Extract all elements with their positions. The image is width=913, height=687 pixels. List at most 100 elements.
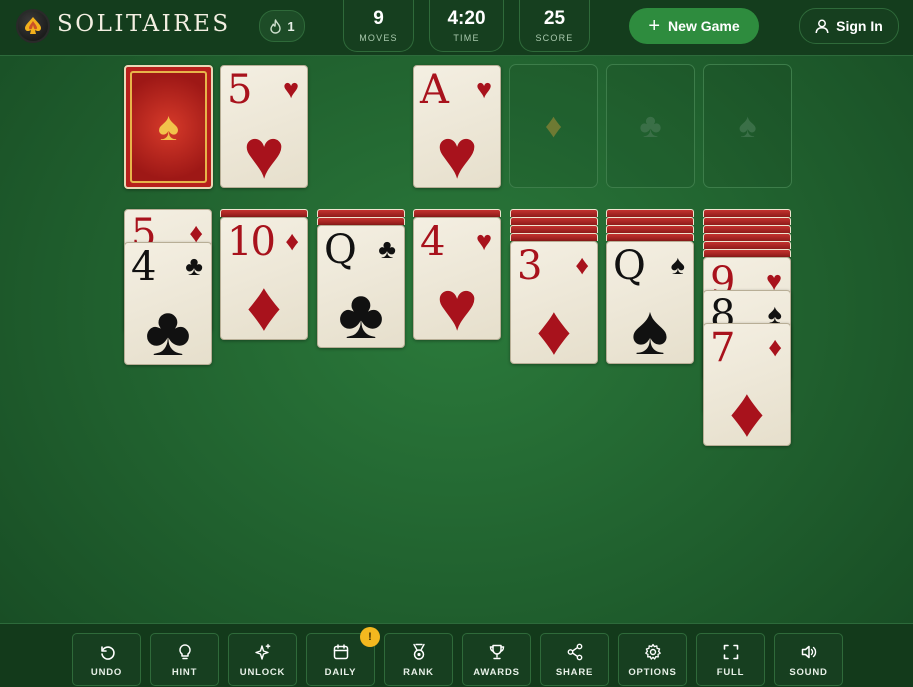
new-game-label: New Game bbox=[668, 18, 740, 34]
time-label: TIME bbox=[453, 33, 480, 43]
bottom-toolbar: UNDO HINT UNLOCK DAILY RANK AWARDS SHARE… bbox=[0, 623, 913, 687]
trophy-icon bbox=[489, 644, 504, 660]
lightbulb-icon bbox=[178, 644, 191, 660]
card-suit-small: ♠ bbox=[670, 250, 685, 280]
top-bar: SOLITAIRES 1 9 MOVES 4:20 TIME 25 SCORE … bbox=[0, 0, 913, 56]
waste-card[interactable]: 5 ♥ ♥ bbox=[220, 65, 308, 193]
time-counter: 4:20 TIME bbox=[429, 0, 504, 52]
card-suit-small: ♣ bbox=[185, 251, 203, 281]
logo-spade-icon bbox=[18, 11, 48, 41]
card-rank: 10 bbox=[227, 219, 276, 265]
card-suit-small: ♣ bbox=[378, 234, 396, 264]
card-suit-small: ♦ bbox=[768, 332, 782, 362]
card-suit-large: ♦ bbox=[536, 291, 572, 369]
moves-counter: 9 MOVES bbox=[343, 0, 414, 52]
card-suit-small: ♦ bbox=[575, 250, 589, 280]
hint-label: HINT bbox=[171, 667, 198, 678]
face-down-card bbox=[317, 217, 405, 225]
tableau-card[interactable]: 3 ♦ ♦ bbox=[510, 241, 598, 369]
card-suit-large: ♦ bbox=[729, 373, 765, 451]
card-suit-large: ♥ bbox=[243, 115, 285, 193]
face-down-card bbox=[703, 209, 791, 217]
awards-label: AWARDS bbox=[473, 667, 520, 678]
logo-text: SOLITAIRES bbox=[57, 11, 231, 37]
awards-button[interactable]: AWARDS bbox=[462, 633, 531, 686]
streak-badge[interactable]: 1 bbox=[259, 10, 305, 42]
card-suit-small: ♦ bbox=[285, 226, 299, 256]
foundation-1[interactable]: A ♥ ♥ bbox=[413, 65, 501, 193]
unlock-label: UNLOCK bbox=[239, 667, 286, 678]
score-counter: 25 SCORE bbox=[519, 0, 590, 52]
face-down-card bbox=[606, 225, 694, 233]
card-rank: A bbox=[420, 67, 449, 113]
face-down-card bbox=[606, 217, 694, 225]
sound-button[interactable]: SOUND bbox=[774, 633, 843, 686]
card-suit-small: ♥ bbox=[282, 74, 299, 104]
card-suit-large: ♣ bbox=[145, 292, 191, 370]
club-placeholder-icon: ♣ bbox=[639, 106, 662, 145]
spade-placeholder-icon: ♠ bbox=[738, 106, 757, 145]
face-down-card bbox=[510, 233, 598, 241]
score-label: SCORE bbox=[535, 33, 574, 43]
face-down-card bbox=[703, 249, 791, 257]
tableau-card[interactable]: Q ♠ ♠ bbox=[606, 241, 694, 369]
daily-label: DAILY bbox=[324, 667, 357, 678]
tableau-card[interactable]: Q ♣ ♣ bbox=[317, 225, 405, 353]
card-rank: 4 bbox=[131, 244, 156, 290]
card-suit-large: ♥ bbox=[436, 115, 478, 193]
unlock-button[interactable]: UNLOCK bbox=[228, 633, 297, 686]
foundation-3[interactable]: ♣ bbox=[606, 64, 695, 188]
tableau-card[interactable]: 4 ♥ ♥ bbox=[413, 217, 501, 345]
medal-icon bbox=[412, 643, 425, 660]
tableau-card[interactable]: 4 ♣ ♣ bbox=[124, 242, 212, 370]
flame-icon bbox=[270, 18, 282, 34]
fullscreen-button[interactable]: FULL bbox=[696, 633, 765, 686]
card-rank: 4 bbox=[420, 219, 445, 265]
fullscreen-icon bbox=[723, 644, 738, 660]
sign-in-button[interactable]: Sign In bbox=[799, 8, 899, 44]
foundation-2[interactable]: ♦ bbox=[509, 64, 598, 188]
moves-value: 9 bbox=[373, 8, 384, 29]
new-game-button[interactable]: + New Game bbox=[629, 8, 759, 44]
stock-pile[interactable]: ♠ bbox=[124, 65, 213, 189]
card-rank: 5 bbox=[227, 67, 252, 113]
card-rank: 7 bbox=[710, 325, 735, 371]
tableau-card[interactable]: 7 ♦ ♦ bbox=[703, 323, 791, 451]
options-button[interactable]: OPTIONS bbox=[618, 633, 687, 686]
calendar-icon bbox=[333, 644, 348, 660]
sound-label: SOUND bbox=[789, 667, 828, 678]
foundation-4[interactable]: ♠ bbox=[703, 64, 792, 188]
card-suit-small: ♥ bbox=[475, 226, 492, 256]
full-label: FULL bbox=[716, 667, 745, 678]
face-down-card bbox=[510, 225, 598, 233]
speaker-icon bbox=[801, 645, 816, 659]
face-down-card bbox=[220, 209, 308, 217]
card-rank: Q bbox=[324, 227, 357, 273]
diamond-placeholder-icon: ♦ bbox=[544, 106, 563, 145]
sparkles-icon bbox=[254, 643, 270, 660]
tableau-card[interactable]: 10 ♦ ♦ bbox=[220, 217, 308, 345]
face-down-card bbox=[413, 209, 501, 217]
card-suit-large: ♠ bbox=[631, 291, 669, 369]
hint-button[interactable]: HINT bbox=[150, 633, 219, 686]
card-rank: Q bbox=[613, 243, 646, 289]
undo-button[interactable]: UNDO bbox=[72, 633, 141, 686]
undo-label: UNDO bbox=[90, 667, 123, 678]
plus-icon: + bbox=[648, 15, 661, 37]
sign-in-label: Sign In bbox=[836, 18, 883, 34]
moves-label: MOVES bbox=[359, 33, 398, 43]
share-icon bbox=[567, 643, 582, 661]
card-rank: 3 bbox=[517, 243, 542, 289]
card-suit-large: ♣ bbox=[338, 275, 384, 353]
card-suit-small: ♥ bbox=[475, 74, 492, 104]
share-button[interactable]: SHARE bbox=[540, 633, 609, 686]
face-down-card bbox=[606, 233, 694, 241]
face-down-card bbox=[703, 233, 791, 241]
card-suit-large: ♦ bbox=[246, 267, 282, 345]
user-icon bbox=[815, 19, 829, 33]
face-down-card bbox=[703, 241, 791, 249]
rank-button[interactable]: RANK bbox=[384, 633, 453, 686]
undo-icon bbox=[100, 646, 115, 660]
streak-count: 1 bbox=[287, 18, 295, 34]
card-suit-large: ♥ bbox=[436, 267, 478, 345]
